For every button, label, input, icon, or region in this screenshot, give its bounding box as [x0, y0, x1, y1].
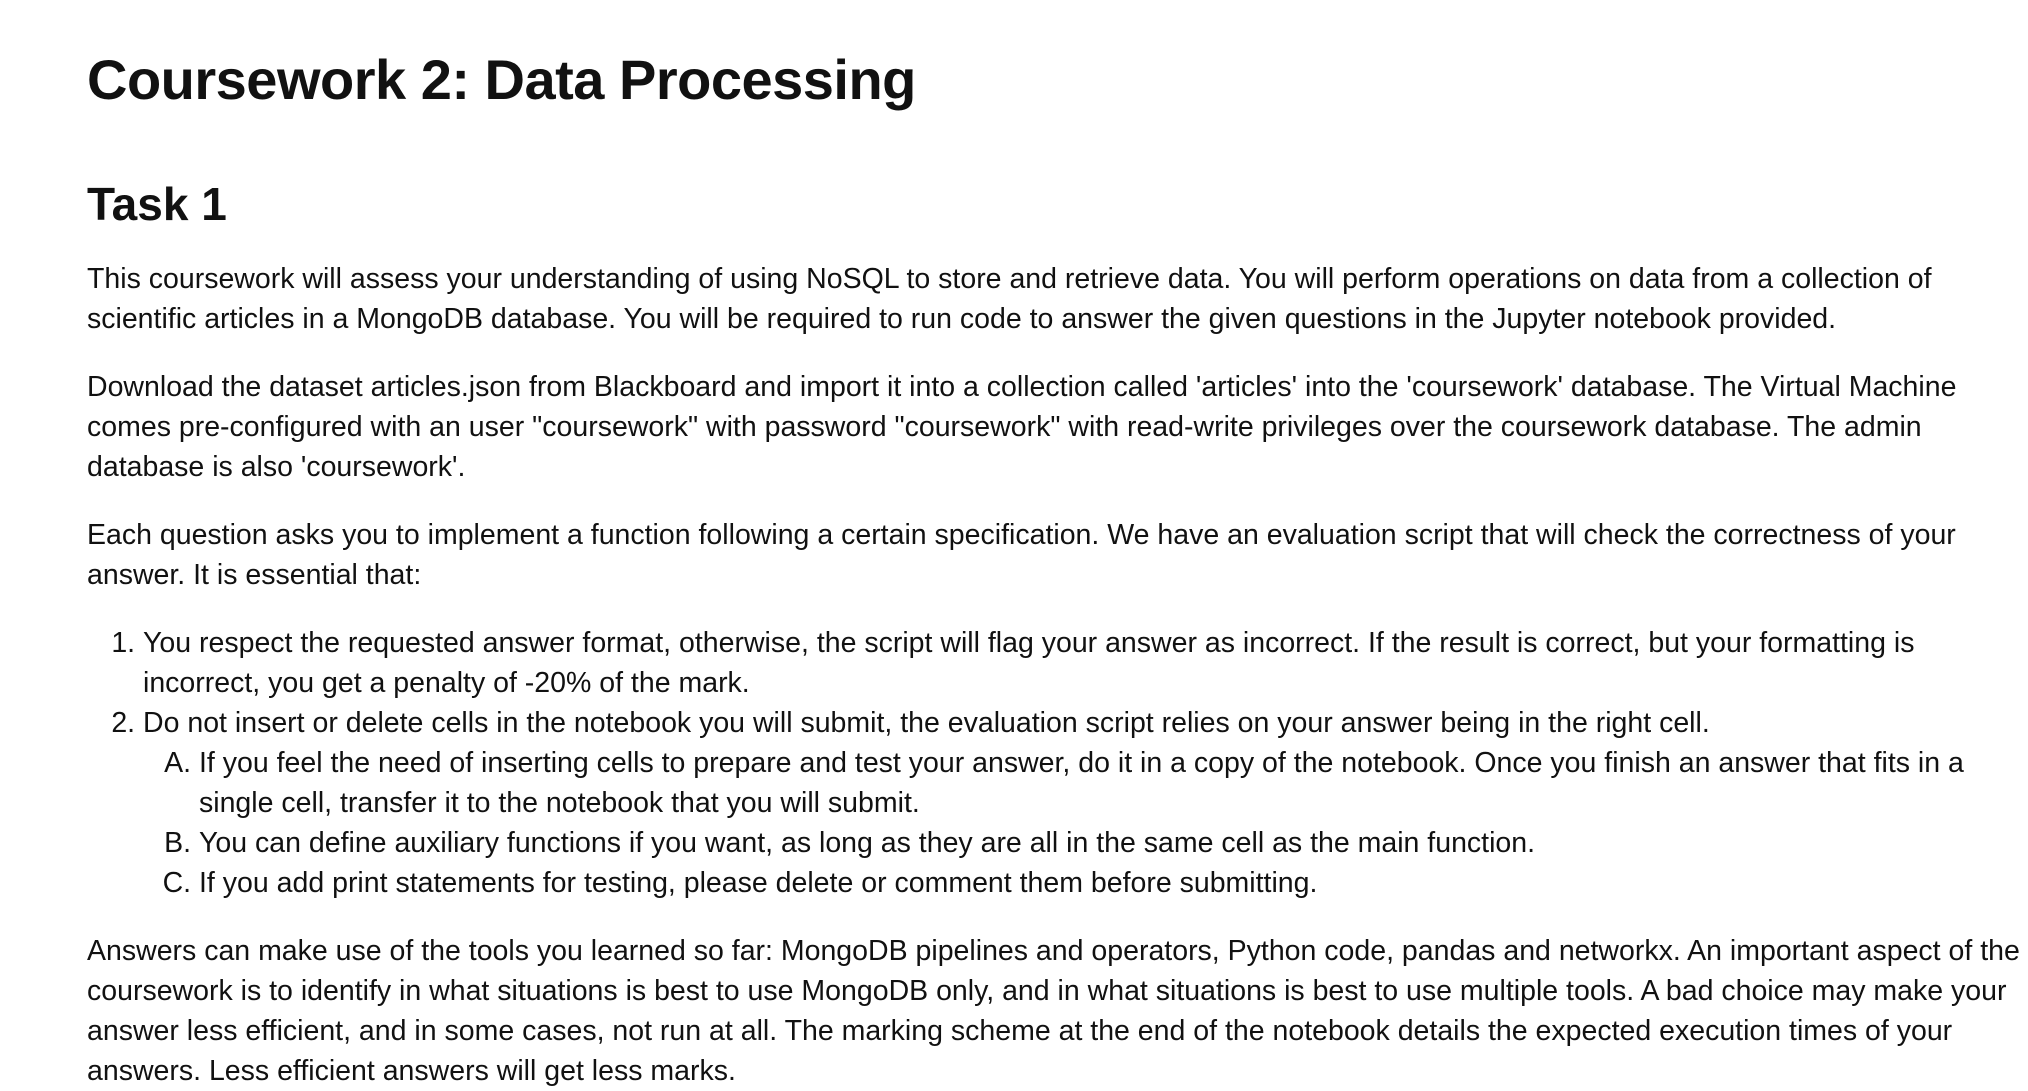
list-item: Do not insert or delete cells in the not… — [143, 703, 2028, 903]
tools-paragraph: Answers can make use of the tools you le… — [87, 935, 2020, 1087]
page-title: Coursework 2: Data Processing — [87, 48, 916, 111]
list-item-text: Do not insert or delete cells in the not… — [143, 707, 1710, 739]
specification-paragraph: Each question asks you to implement a fu… — [87, 519, 1956, 591]
sub-list-item: If you add print statements for testing,… — [199, 863, 2028, 903]
sub-list-item-text: If you feel the need of inserting cells … — [199, 747, 1964, 819]
task-heading: Task 1 — [87, 178, 227, 230]
sub-list-item-text: You can define auxiliary functions if yo… — [199, 827, 1536, 859]
list-item: You respect the requested answer format,… — [143, 623, 2028, 703]
sub-list-item: If you feel the need of inserting cells … — [199, 743, 2028, 823]
sub-list-item-text: If you add print statements for testing,… — [199, 867, 1318, 899]
intro-paragraph: This coursework will assess your underst… — [87, 263, 1932, 335]
sub-list-item: You can define auxiliary functions if yo… — [199, 823, 2028, 863]
dataset-paragraph: Download the dataset articles.json from … — [87, 371, 1957, 483]
list-item-text: You respect the requested answer format,… — [143, 627, 1915, 699]
requirements-list: You respect the requested answer format,… — [87, 623, 2028, 903]
sub-requirements-list: If you feel the need of inserting cells … — [143, 743, 2028, 903]
document-page: Coursework 2: Data Processing Task 1 Thi… — [0, 0, 2028, 1087]
